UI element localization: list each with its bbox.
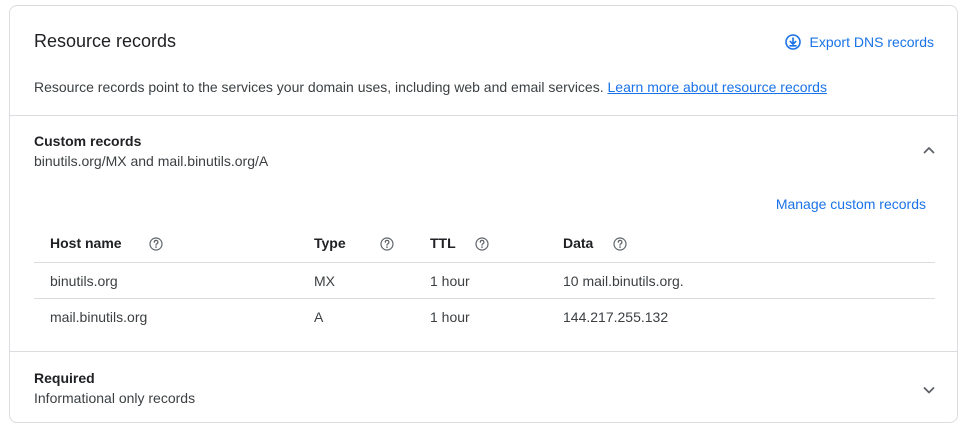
custom-records-subtitle: binutils.org/MX and mail.binutils.org/A (34, 153, 269, 169)
cell-type: MX (298, 262, 414, 299)
chevron-down-icon[interactable] (921, 382, 937, 398)
help-circle-icon[interactable] (475, 237, 489, 251)
help-circle-icon[interactable] (149, 237, 164, 251)
resource-records-card: Resource records Export DNS records Reso… (9, 5, 958, 423)
card-description: Resource records point to the services y… (34, 79, 827, 95)
column-header-data: Data (547, 224, 935, 263)
export-dns-records-button[interactable]: Export DNS records (784, 33, 934, 51)
help-circle-icon[interactable] (379, 237, 394, 251)
table-header-row: Host name Type TTL Data (34, 224, 935, 263)
header-divider (10, 115, 957, 116)
chevron-up-icon[interactable] (921, 142, 937, 158)
cell-ttl: 1 hour (414, 262, 547, 299)
table-row: mail.binutils.org A 1 hour 144.217.255.1… (34, 299, 935, 335)
column-header-host-name: Host name (34, 224, 298, 263)
cell-host-name: mail.binutils.org (50, 308, 148, 325)
custom-records-title: Custom records (34, 133, 142, 149)
table-row: binutils.org MX 1 hour 10 mail.binutils.… (34, 262, 935, 299)
cell-host-name: binutils.org (34, 262, 298, 299)
required-subtitle: Informational only records (34, 390, 196, 406)
section-divider (10, 351, 957, 352)
learn-more-link[interactable]: Learn more about resource records (608, 79, 827, 95)
download-circle-icon (784, 34, 801, 50)
cell-ttl: 1 hour (430, 308, 470, 325)
cell-data: 144.217.255.132 (563, 308, 669, 325)
card-header: Resource records Export DNS records Reso… (10, 6, 957, 115)
column-header-type: Type (298, 224, 414, 263)
description-text: Resource records point to the services y… (34, 79, 604, 95)
card-title: Resource records (34, 31, 177, 51)
custom-records-table: Host name Type TTL Data binutils.org MX … (34, 224, 935, 334)
help-circle-icon[interactable] (613, 237, 627, 251)
manage-custom-records-link[interactable]: Manage custom records (776, 196, 926, 212)
export-dns-records-label: Export DNS records (809, 34, 934, 50)
column-header-ttl: TTL (414, 224, 547, 263)
cell-data: 10 mail.binutils.org. (547, 262, 935, 299)
cell-type: A (314, 308, 324, 325)
required-title: Required (34, 370, 95, 386)
